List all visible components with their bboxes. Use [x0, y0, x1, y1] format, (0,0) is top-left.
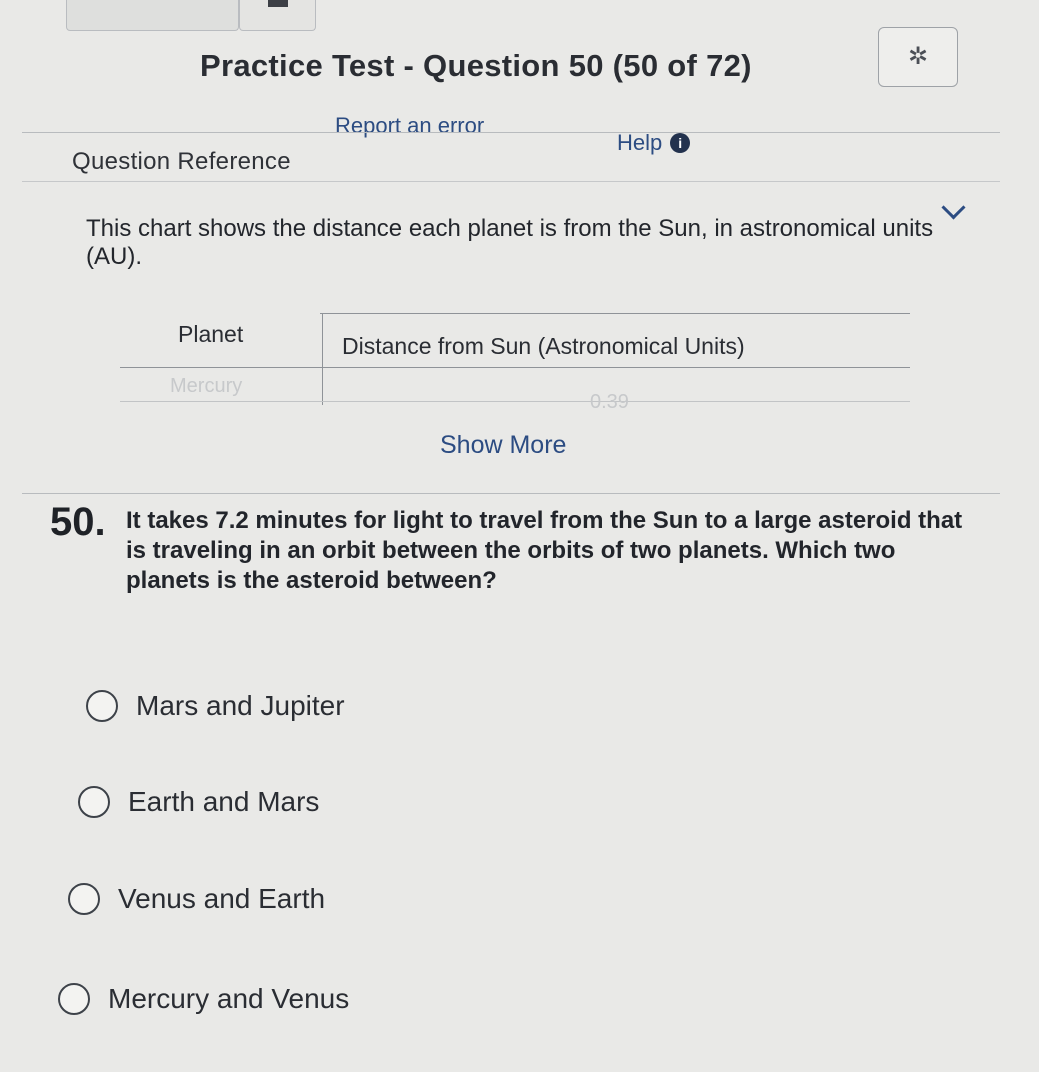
- settings-button[interactable]: ✲: [878, 27, 958, 87]
- option-label: Venus and Earth: [118, 883, 326, 914]
- table-cell: 0.39: [590, 391, 629, 413]
- column-header-planet: Planet: [178, 321, 244, 347]
- table-cell: Mercury: [170, 375, 243, 397]
- divider: [22, 181, 1000, 182]
- question-text: It takes 7.2 minutes for light to travel…: [126, 507, 963, 594]
- option-label: Earth and Mars: [128, 786, 320, 817]
- gear-icon: ✲: [907, 43, 929, 70]
- radio-button[interactable]: [86, 690, 118, 722]
- top-tab-strip: [66, 0, 316, 31]
- table-rule: [320, 313, 910, 314]
- page-title: Practice Test - Question 50 (50 of 72): [200, 48, 752, 83]
- question-number: 50.: [50, 500, 106, 544]
- grip-handle: [267, 0, 288, 7]
- answer-option[interactable]: Mars and Jupiter: [86, 690, 345, 722]
- question-reference-header[interactable]: Question Reference: [72, 148, 291, 176]
- tab-segment: [238, 0, 316, 31]
- reference-intro-text: This chart shows the distance each plane…: [86, 215, 934, 270]
- tab-segment: [66, 0, 239, 31]
- radio-button[interactable]: [78, 786, 110, 818]
- column-header-distance: Distance from Sun (Astronomical Units): [342, 333, 745, 359]
- show-more-link[interactable]: Show More: [440, 431, 566, 460]
- table-rule: [120, 367, 910, 368]
- option-label: Mercury and Venus: [108, 983, 350, 1014]
- answer-option[interactable]: Venus and Earth: [68, 883, 325, 915]
- table-rule: [120, 401, 910, 402]
- radio-button[interactable]: [58, 983, 90, 1015]
- question-reference-panel: Question Reference This chart shows the …: [22, 132, 1000, 494]
- option-label: Mars and Jupiter: [136, 690, 345, 721]
- table-rule: [322, 313, 323, 405]
- radio-button[interactable]: [68, 883, 100, 915]
- answer-option[interactable]: Mercury and Venus: [58, 983, 349, 1015]
- answer-option[interactable]: Earth and Mars: [78, 786, 319, 818]
- planet-distance-table: Planet Distance from Sun (Astronomical U…: [120, 311, 910, 413]
